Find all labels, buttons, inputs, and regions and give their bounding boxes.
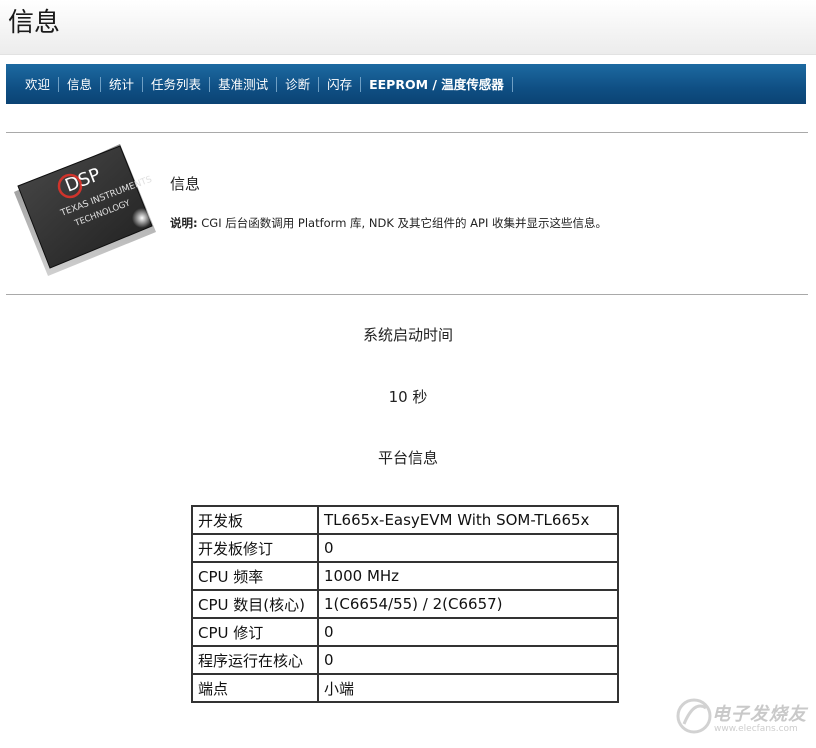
nav-item-flash[interactable]: 闪存: [319, 76, 362, 92]
table-value: 1(C6654/55) / 2(C6657): [317, 589, 619, 619]
uptime-value: 10 秒: [388, 388, 428, 406]
nav-item-tasklist[interactable]: 任务列表: [143, 76, 211, 92]
table-key: 开发板: [191, 505, 319, 535]
nav-item-diagnostics[interactable]: 诊断: [277, 76, 320, 92]
table-row: CPU 频率 1000 MHz: [191, 561, 619, 591]
table-row: 程序运行在核心 0: [191, 645, 619, 675]
table-key: 开发板修订: [191, 533, 319, 563]
table-row: CPU 数目(核心) 1(C6654/55) / 2(C6657): [191, 589, 619, 619]
table-key: CPU 数目(核心): [191, 589, 319, 619]
table-row: 开发板 TL665x-EasyEVM With SOM-TL665x: [191, 505, 619, 535]
divider-top: [6, 132, 808, 133]
table-value: TL665x-EasyEVM With SOM-TL665x: [317, 505, 619, 535]
platform-heading: 平台信息: [377, 449, 438, 467]
watermark-url: www.elecfans.com: [714, 724, 798, 734]
table-key: 端点: [191, 673, 319, 703]
table-key: 程序运行在核心: [191, 645, 319, 675]
table-key: CPU 频率: [191, 561, 319, 591]
table-value: 0: [317, 533, 619, 563]
nav-item-welcome[interactable]: 欢迎: [18, 76, 60, 92]
info-desc-label: 说明:: [170, 216, 198, 230]
uptime-label: 系统启动时间: [362, 326, 453, 344]
page-title: 信息: [8, 8, 61, 38]
nav-item-info[interactable]: 信息: [59, 76, 102, 92]
platform-info-table: 开发板 TL665x-EasyEVM With SOM-TL665x 开发板修订…: [191, 505, 619, 703]
table-key: CPU 修订: [191, 617, 319, 647]
nav-item-eeprom[interactable]: EEPROM / 温度传感器: [361, 76, 513, 92]
table-value: 0: [317, 645, 619, 675]
dsp-chip-logo: DSP TEXAS INSTRUMENTS TECHNOLOGY: [14, 144, 156, 276]
table-value: 小端: [317, 673, 619, 703]
table-row: 端点 小端: [191, 673, 619, 703]
table-value: 1000 MHz: [317, 561, 619, 591]
info-description: 说明: CGI 后台函数调用 Platform 库, NDK 及其它组件的 AP…: [170, 215, 607, 231]
watermark-logo-icon: [676, 698, 712, 734]
table-row: 开发板修订 0: [191, 533, 619, 563]
watermark: 电子发烧友 www.elecfans.com: [674, 692, 810, 740]
table-row: CPU 修订 0: [191, 617, 619, 647]
nav-item-stats[interactable]: 统计: [101, 76, 144, 92]
watermark-text: 电子发烧友: [712, 704, 807, 725]
table-value: 0: [317, 617, 619, 647]
nav-bar: 欢迎 信息 统计 任务列表 基准测试 诊断 闪存 EEPROM / 温度传感器: [6, 64, 806, 104]
info-title: 信息: [170, 175, 201, 193]
divider-middle: [6, 294, 808, 295]
page-header: 信息: [0, 0, 816, 55]
nav-item-benchmark[interactable]: 基准测试: [210, 76, 278, 92]
info-desc-text: CGI 后台函数调用 Platform 库, NDK 及其它组件的 API 收集…: [197, 216, 608, 230]
